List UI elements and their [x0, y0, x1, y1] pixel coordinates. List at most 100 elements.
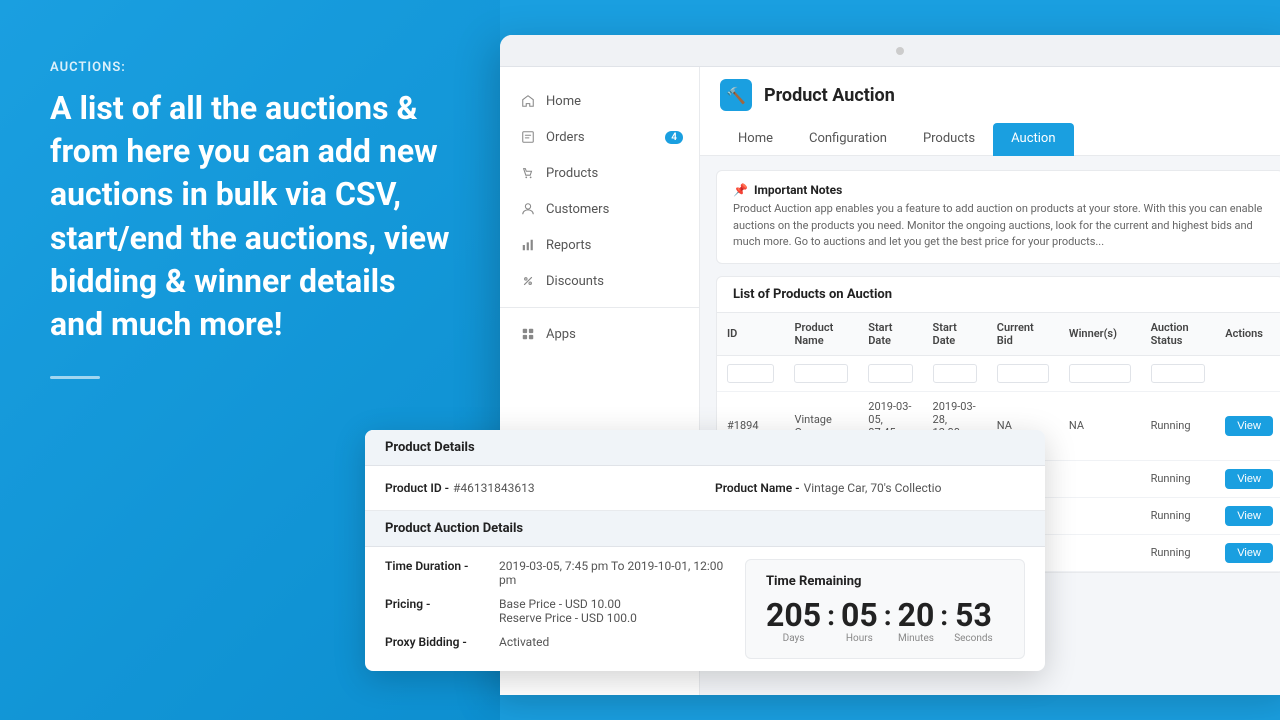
product-id-field: Product ID - #46131843613: [385, 478, 695, 498]
pin-icon: 📌: [733, 183, 748, 197]
sidebar-label-home: Home: [546, 94, 581, 109]
sidebar-label-apps: Apps: [546, 327, 576, 342]
proxy-bidding-label: Proxy Bidding -: [385, 635, 495, 649]
filter-id[interactable]: [727, 364, 774, 383]
orders-icon: [520, 129, 536, 145]
view-button[interactable]: View: [1225, 506, 1273, 526]
time-duration-label: Time Duration -: [385, 559, 495, 573]
minutes-label: Minutes: [898, 633, 934, 644]
left-divider: [50, 376, 100, 379]
col-actions: Actions: [1215, 313, 1280, 356]
auction-details-body: Time Duration - 2019-03-05, 7:45 pm To 2…: [365, 547, 1045, 671]
pricing-field: Pricing - Base Price - USD 10.00 Reserve…: [385, 597, 725, 625]
filter-current-bid[interactable]: [997, 364, 1049, 383]
product-name-label: Product Name -: [715, 481, 800, 495]
table-title: List of Products on Auction: [717, 277, 1280, 313]
notes-title: 📌 Important Notes: [733, 183, 1267, 197]
sidebar-item-orders[interactable]: Orders 4: [500, 119, 699, 155]
countdown-display: 205 Days : 05 Hours : 20 Minutes :: [766, 599, 1004, 644]
product-id-value: #46131843613: [453, 481, 535, 495]
window-bar: [500, 35, 1280, 67]
col-current-bid: Current Bid: [987, 313, 1059, 356]
auction-details-header: Product Auction Details: [365, 511, 1045, 547]
pricing-label: Pricing -: [385, 597, 495, 611]
tab-products[interactable]: Products: [905, 123, 993, 156]
auction-left: Time Duration - 2019-03-05, 7:45 pm To 2…: [385, 559, 725, 659]
filter-status[interactable]: [1151, 364, 1206, 383]
col-end-date: Start Date: [923, 313, 987, 356]
colon-2: :: [878, 599, 898, 632]
countdown-seconds: 53 Seconds: [954, 599, 993, 644]
view-button[interactable]: View: [1225, 543, 1273, 563]
minutes-number: 20: [898, 599, 935, 631]
view-button[interactable]: View: [1225, 416, 1273, 436]
filter-start-date[interactable]: [868, 364, 912, 383]
view-button[interactable]: View: [1225, 469, 1273, 489]
filter-winners[interactable]: [1069, 364, 1131, 383]
sidebar-item-reports[interactable]: Reports: [500, 227, 699, 263]
pricing-base: Base Price - USD 10.00: [499, 597, 637, 611]
reports-icon: [520, 237, 536, 253]
proxy-bidding-field: Proxy Bidding - Activated: [385, 635, 725, 649]
col-winners: Winner(s): [1059, 313, 1141, 356]
filter-row: [717, 355, 1280, 391]
product-details-body: Product ID - #46131843613 Product Name -…: [365, 466, 1045, 510]
sidebar-label-discounts: Discounts: [546, 274, 604, 289]
countdown-minutes: 20 Minutes: [898, 599, 935, 644]
product-name-field: Product Name - Vintage Car, 70's Collect…: [715, 478, 1025, 498]
sidebar-item-customers[interactable]: Customers: [500, 191, 699, 227]
sidebar-divider: [500, 307, 699, 308]
notes-box: 📌 Important Notes Product Auction app en…: [716, 170, 1280, 264]
product-name-value: Vintage Car, 70's Collectio: [804, 481, 942, 495]
seconds-number: 53: [955, 599, 992, 631]
app-title: Product Auction: [764, 85, 895, 106]
product-details-header: Product Details: [365, 430, 1045, 466]
proxy-bidding-value: Activated: [499, 635, 549, 649]
col-status: Auction Status: [1141, 313, 1216, 356]
product-details-modal: Product Details Product ID - #4613184361…: [365, 430, 1045, 671]
app-logo-icon: 🔨: [720, 79, 752, 111]
days-number: 205: [766, 599, 821, 631]
sidebar-item-products[interactable]: Products: [500, 155, 699, 191]
hours-label: Hours: [846, 633, 873, 644]
time-duration-value: 2019-03-05, 7:45 pm To 2019-10-01, 12:00…: [499, 559, 725, 587]
pricing-reserve: Reserve Price - USD 100.0: [499, 611, 637, 625]
left-heading: A list of all the auctions & from here y…: [50, 87, 450, 346]
discounts-icon: [520, 273, 536, 289]
filter-end-date[interactable]: [933, 364, 977, 383]
apps-icon: [520, 326, 536, 342]
sidebar-label-reports: Reports: [546, 238, 591, 253]
hours-number: 05: [841, 599, 878, 631]
sidebar-item-home[interactable]: Home: [500, 83, 699, 119]
sidebar-label-customers: Customers: [546, 202, 609, 217]
nav-tabs: Home Configuration Products Auction: [720, 123, 1280, 155]
col-product-name: Product Name: [784, 313, 858, 356]
col-id: ID: [717, 313, 784, 356]
seconds-label: Seconds: [954, 633, 993, 644]
product-id-label: Product ID -: [385, 481, 449, 495]
countdown-box: Time Remaining 205 Days : 05 Hours : 20 …: [745, 559, 1025, 659]
pricing-values: Base Price - USD 10.00 Reserve Price - U…: [499, 597, 637, 625]
table-header-row: ID Product Name Start Date Start Date Cu…: [717, 313, 1280, 356]
home-icon: [520, 93, 536, 109]
countdown-title: Time Remaining: [766, 574, 1004, 589]
app-header-top: 🔨 Product Auction: [720, 79, 1280, 111]
left-label: AUCTIONS:: [50, 60, 450, 75]
filter-product-name[interactable]: [794, 364, 848, 383]
products-icon: [520, 165, 536, 181]
tab-auction[interactable]: Auction: [993, 123, 1073, 156]
cell-winners: NA: [1059, 391, 1141, 460]
tab-configuration[interactable]: Configuration: [791, 123, 905, 156]
time-duration-field: Time Duration - 2019-03-05, 7:45 pm To 2…: [385, 559, 725, 587]
cell-status: Running: [1141, 391, 1216, 460]
notes-text: Product Auction app enables you a featur…: [733, 201, 1267, 251]
days-label: Days: [783, 633, 805, 644]
app-header: 🔨 Product Auction Home Configuration Pro…: [700, 67, 1280, 156]
tab-home[interactable]: Home: [720, 123, 791, 156]
customers-icon: [520, 201, 536, 217]
window-dot: [896, 47, 904, 55]
sidebar-label-orders: Orders: [546, 130, 585, 145]
countdown-hours: 05 Hours: [841, 599, 878, 644]
sidebar-item-apps[interactable]: Apps: [500, 316, 699, 352]
sidebar-item-discounts[interactable]: Discounts: [500, 263, 699, 299]
